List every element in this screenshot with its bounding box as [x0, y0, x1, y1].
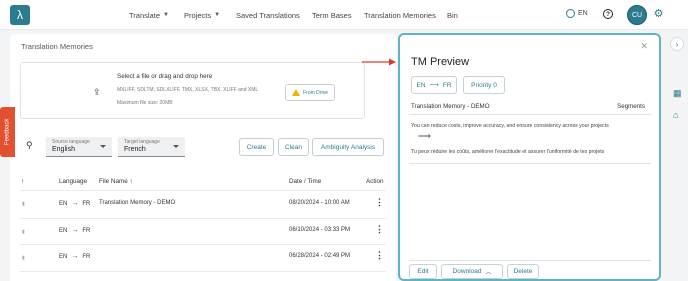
upload-icon: ⇪: [93, 87, 101, 97]
table-divider: [20, 218, 386, 219]
nav-translation-memories[interactable]: Translation Memories: [364, 0, 436, 30]
sort-arrow-icon: ↑: [129, 178, 133, 185]
preview-tm-name: Translation Memory - DEMO: [411, 103, 490, 110]
from-drive-button[interactable]: From Drive: [285, 84, 335, 101]
ambiguity-analysis-button[interactable]: Ambiguity Analysis: [312, 138, 384, 156]
segment-source-text: You can reduce costs, improve accuracy, …: [411, 123, 609, 129]
edit-button[interactable]: Edit: [409, 264, 437, 279]
target-language-label: Target language: [124, 139, 160, 145]
dropdown-arrow-icon: [100, 145, 106, 148]
table-divider: [20, 190, 386, 191]
file-name-header-label: File Name: [99, 178, 128, 185]
arrow-right-icon: →: [71, 253, 79, 260]
column-header-file-name[interactable]: File Name ↑: [99, 178, 133, 185]
row-source-lang: EN: [59, 200, 68, 207]
divider: [409, 260, 651, 261]
row-marker: ▮: [22, 229, 25, 235]
language-label: EN: [578, 10, 588, 17]
feedback-tab[interactable]: Feedback: [0, 107, 15, 157]
table-divider: [20, 244, 386, 245]
nav-bin[interactable]: Bin: [447, 0, 458, 30]
top-navbar: λ Translate ▼ Projects ▼ Saved Translation…: [0, 0, 688, 30]
source-language-label: Source language: [52, 139, 90, 145]
tm-preview-panel: ✕ TM Preview EN ⟶ FR Priority 0 Translat…: [398, 33, 661, 281]
clean-button[interactable]: Clean: [278, 138, 309, 156]
page-title: Translation Memories: [21, 42, 93, 51]
table-divider: [20, 271, 386, 272]
more-options-icon[interactable]: ⋮: [375, 197, 384, 208]
more-options-icon[interactable]: ⋮: [375, 250, 384, 261]
chevron-down-icon: ▼: [163, 12, 169, 18]
nav-term-bases[interactable]: Term Bases: [312, 0, 352, 30]
help-icon[interactable]: ?: [603, 9, 613, 19]
more-options-icon[interactable]: ⋮: [375, 224, 384, 235]
row-target-lang: FR: [82, 200, 91, 207]
nav-projects[interactable]: Projects ▼: [184, 0, 220, 30]
table-row-language: EN → FR: [59, 227, 90, 234]
user-avatar[interactable]: CU: [627, 5, 647, 25]
arrow-right-icon: ⟶: [418, 131, 431, 141]
row-marker: ▮: [22, 255, 25, 261]
language-selector[interactable]: EN: [566, 9, 588, 18]
table-row-date: 06/28/2024 - 02:49 PM: [289, 253, 351, 259]
chevron-right-icon[interactable]: ›: [670, 37, 684, 51]
nav-saved-translations[interactable]: Saved Translations: [236, 0, 300, 30]
source-language-value: English: [52, 146, 75, 153]
delete-button[interactable]: Delete: [507, 264, 539, 279]
create-button[interactable]: Create: [239, 138, 274, 156]
grid-icon[interactable]: ▦: [673, 88, 683, 98]
dropdown-arrow-icon: [173, 145, 179, 148]
file-dropzone[interactable]: ⇪ Select a file or drag and drop here MX…: [20, 62, 365, 119]
target-language-value: French: [124, 146, 146, 153]
arrow-right-icon: →: [71, 200, 79, 207]
nav-translate[interactable]: Translate ▼: [129, 0, 169, 30]
target-language-select[interactable]: Target language French: [118, 137, 185, 157]
row-marker: ▮: [22, 201, 25, 207]
download-button[interactable]: Download ︿: [441, 264, 503, 279]
divider: [409, 163, 651, 164]
translation-memories-card: Translation Memories ⇪ Select a file or …: [10, 34, 396, 281]
arrow-right-icon: →: [71, 227, 79, 234]
row-target-lang: FR: [82, 227, 91, 234]
dropzone-max-size: Maximum file size: 20MB: [117, 100, 173, 106]
table-row-date: 08/20/2024 - 10:00 AM: [289, 200, 350, 206]
table-row-date: 06/10/2024 - 03:33 PM: [289, 227, 351, 233]
pill-source-lang: EN: [416, 81, 426, 89]
download-label: Download: [452, 268, 482, 275]
column-header-language[interactable]: Language: [59, 178, 87, 185]
divider: [409, 114, 651, 115]
close-icon[interactable]: ✕: [640, 41, 648, 52]
column-header-date-time[interactable]: Date / Time: [289, 178, 321, 185]
table-row-language: EN → FR: [59, 200, 90, 207]
segment-target-text: Tu peux réduire les coûts, améliorer l'e…: [411, 149, 605, 155]
source-language-select[interactable]: Source language English: [46, 137, 112, 157]
language-pair-pill: EN ⟶ FR: [411, 76, 457, 94]
search-icon[interactable]: ⚲: [26, 140, 33, 151]
table-row-file-name[interactable]: Translation Memory - DEMO: [99, 200, 175, 206]
row-source-lang: EN: [59, 227, 68, 234]
row-source-lang: EN: [59, 253, 68, 260]
pill-target-lang: FR: [442, 81, 452, 89]
globe-icon: [566, 9, 575, 18]
from-drive-label: From Drive: [303, 89, 328, 96]
app-logo[interactable]: λ: [10, 5, 30, 25]
cleaning-icon[interactable]: ⌂: [673, 110, 683, 120]
dropzone-title: Select a file or drag and drop here: [117, 73, 213, 80]
priority-pill: Priority 0: [463, 76, 505, 94]
red-pointer-arrow-icon: [362, 58, 396, 66]
row-target-lang: FR: [82, 253, 91, 260]
arrow-right-icon: ⟶: [429, 82, 439, 89]
google-drive-icon: [292, 89, 301, 96]
nav-projects-label: Projects: [184, 10, 212, 20]
gear-icon[interactable]: ⚙: [652, 8, 665, 21]
preview-title: TM Preview: [411, 56, 470, 68]
column-header-action: Action: [366, 178, 384, 185]
sort-arrow-icon[interactable]: ↑: [21, 178, 24, 185]
chevron-down-icon: ▼: [214, 12, 221, 18]
dropzone-formats: MXLIFF, SDLTM, SDLXLIFF, TMX, XLSX, TBX,…: [117, 87, 259, 93]
table-row-language: EN → FR: [59, 253, 90, 260]
chevron-up-icon: ︿: [485, 270, 492, 276]
nav-translate-label: Translate: [129, 10, 160, 20]
segments-label: Segments: [617, 103, 645, 110]
